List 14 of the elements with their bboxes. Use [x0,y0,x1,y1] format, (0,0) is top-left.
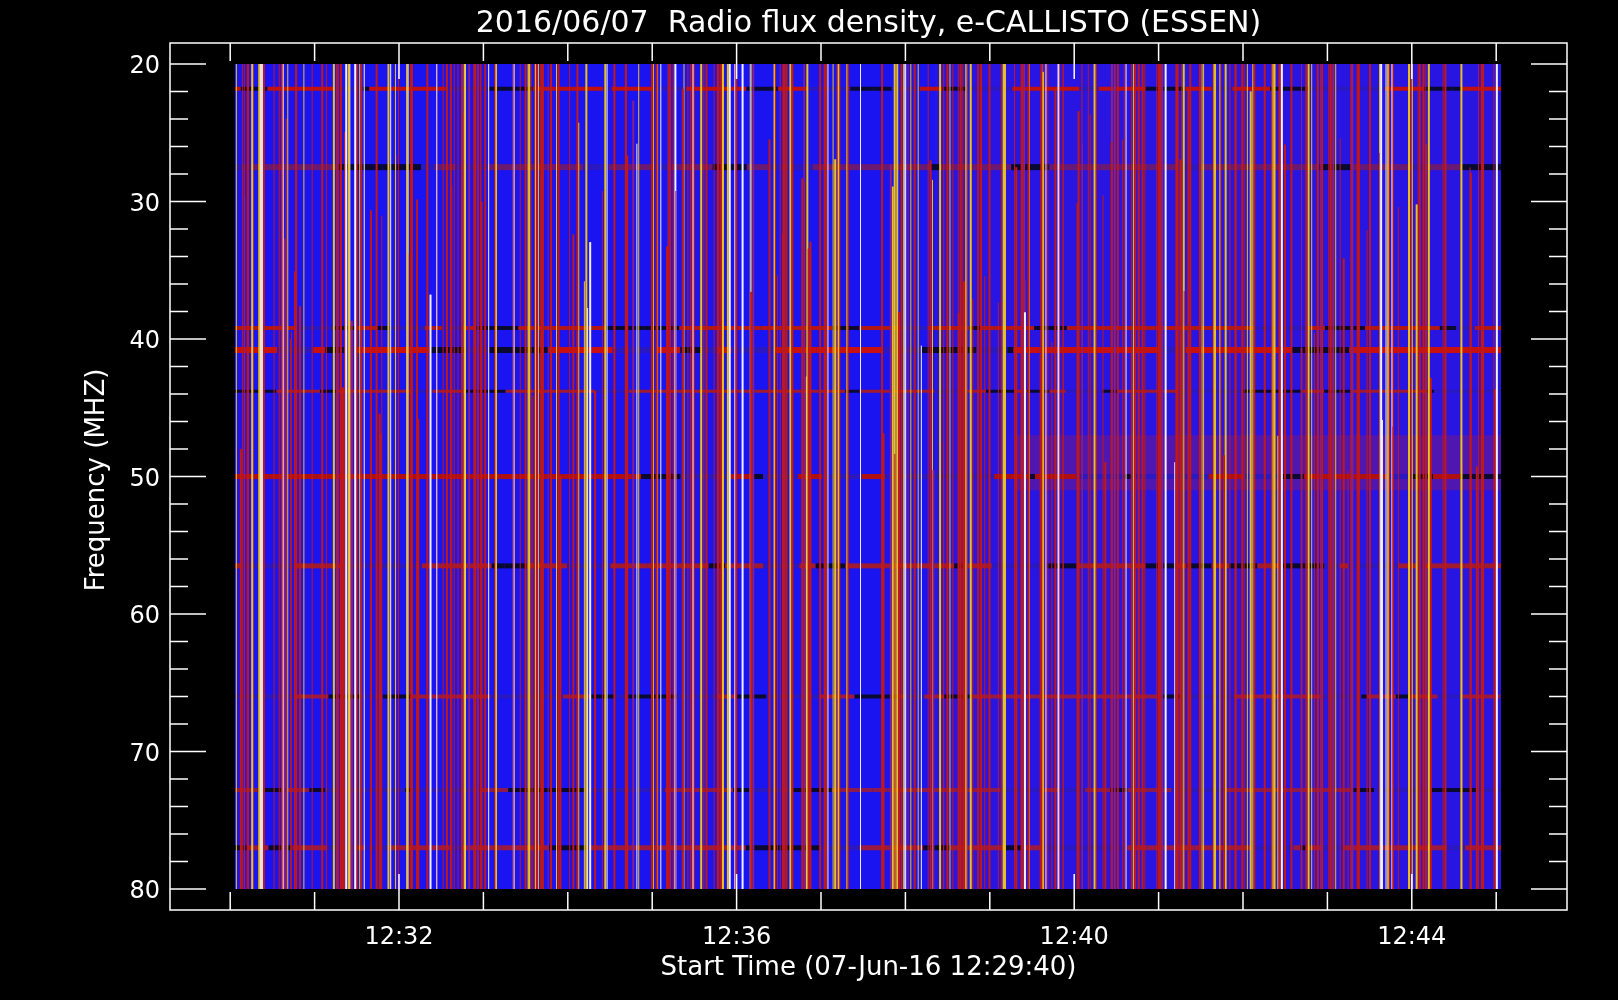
x-tick-label: 12:36 [702,922,772,950]
x-tick-label: 12:40 [1039,922,1109,950]
y-tick-label: 80 [129,876,160,904]
x-axis-label: Start Time (07-Jun-16 12:29:40) [660,951,1077,981]
x-tick-label: 12:32 [364,922,434,950]
chart-title: 2016/06/07 Radio flux density, e-CALLISTO (ESSEN) [475,4,1262,39]
y-tick-label: 20 [129,51,160,79]
y-tick-label: 50 [129,463,160,492]
y-tick-label: 30 [129,188,160,217]
y-tick-label: 70 [129,738,160,767]
y-axis-label: Frequency (MHZ) [80,368,110,592]
y-tick-label: 40 [129,326,160,354]
y-tick-label: 60 [129,601,160,629]
x-tick-label: 12:44 [1377,922,1447,950]
